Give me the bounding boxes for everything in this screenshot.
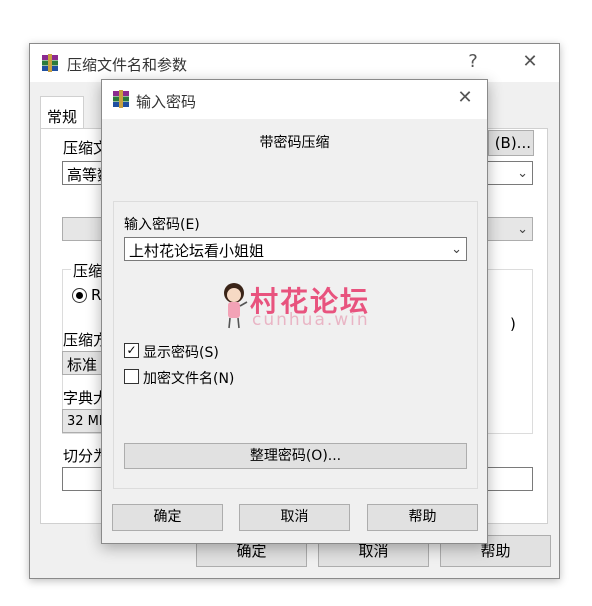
checkbox-unchecked-icon (124, 369, 139, 384)
password-group: 输入密码(E) 上村花论坛看小姐姐 ⌄ 村花论坛 cunhua.win ✓ 显示… (113, 201, 478, 489)
tab-general[interactable]: 常规 (40, 96, 85, 128)
tab-label: 常规 (47, 108, 78, 126)
right-partial-text: ) (510, 315, 516, 333)
format-group-label: 压缩 (71, 260, 106, 281)
chevron-down-icon: ⌄ (517, 166, 528, 181)
title-bar: 压缩文件名和参数 ? ✕ (30, 44, 559, 82)
chevron-down-icon: ⌄ (517, 222, 528, 237)
password-label: 输入密码(E) (124, 217, 200, 233)
mascot-icon (220, 282, 248, 334)
dialog-help-button[interactable]: 帮助 (367, 504, 478, 531)
dialog-ok-button[interactable]: 确定 (112, 504, 223, 531)
password-input[interactable]: 上村花论坛看小姐姐 ⌄ (124, 237, 467, 261)
password-dialog: 输入密码 ✕ 带密码压缩 输入密码(E) 上村花论坛看小姐姐 ⌄ 村花论坛 cu… (101, 79, 488, 544)
window-title: 压缩文件名和参数 (67, 56, 188, 74)
close-icon[interactable]: ✕ (450, 87, 480, 108)
show-password-label: 显示密码(S) (143, 345, 219, 361)
radio-rar[interactable] (72, 288, 87, 303)
title-bar: 输入密码 ✕ (102, 80, 487, 119)
checkbox-checked-icon: ✓ (124, 343, 139, 358)
winrar-icon (40, 53, 60, 77)
chevron-down-icon[interactable]: ⌄ (451, 242, 462, 257)
organize-passwords-button[interactable]: 整理密码(O)... (124, 443, 467, 469)
close-icon[interactable]: ✕ (515, 51, 545, 72)
help-icon[interactable]: ? (458, 51, 488, 72)
dialog-heading: 带密码压缩 (259, 135, 330, 151)
watermark: 村花论坛 cunhua.win (220, 282, 380, 332)
winrar-icon (111, 89, 131, 113)
dialog-cancel-button[interactable]: 取消 (239, 504, 350, 531)
watermark-url: cunhua.win (252, 310, 370, 330)
password-value: 上村花论坛看小姐姐 (129, 242, 265, 260)
browse-button[interactable]: (B)... (488, 130, 534, 156)
dialog-title: 输入密码 (136, 93, 197, 111)
encrypt-names-label: 加密文件名(N) (143, 371, 235, 387)
